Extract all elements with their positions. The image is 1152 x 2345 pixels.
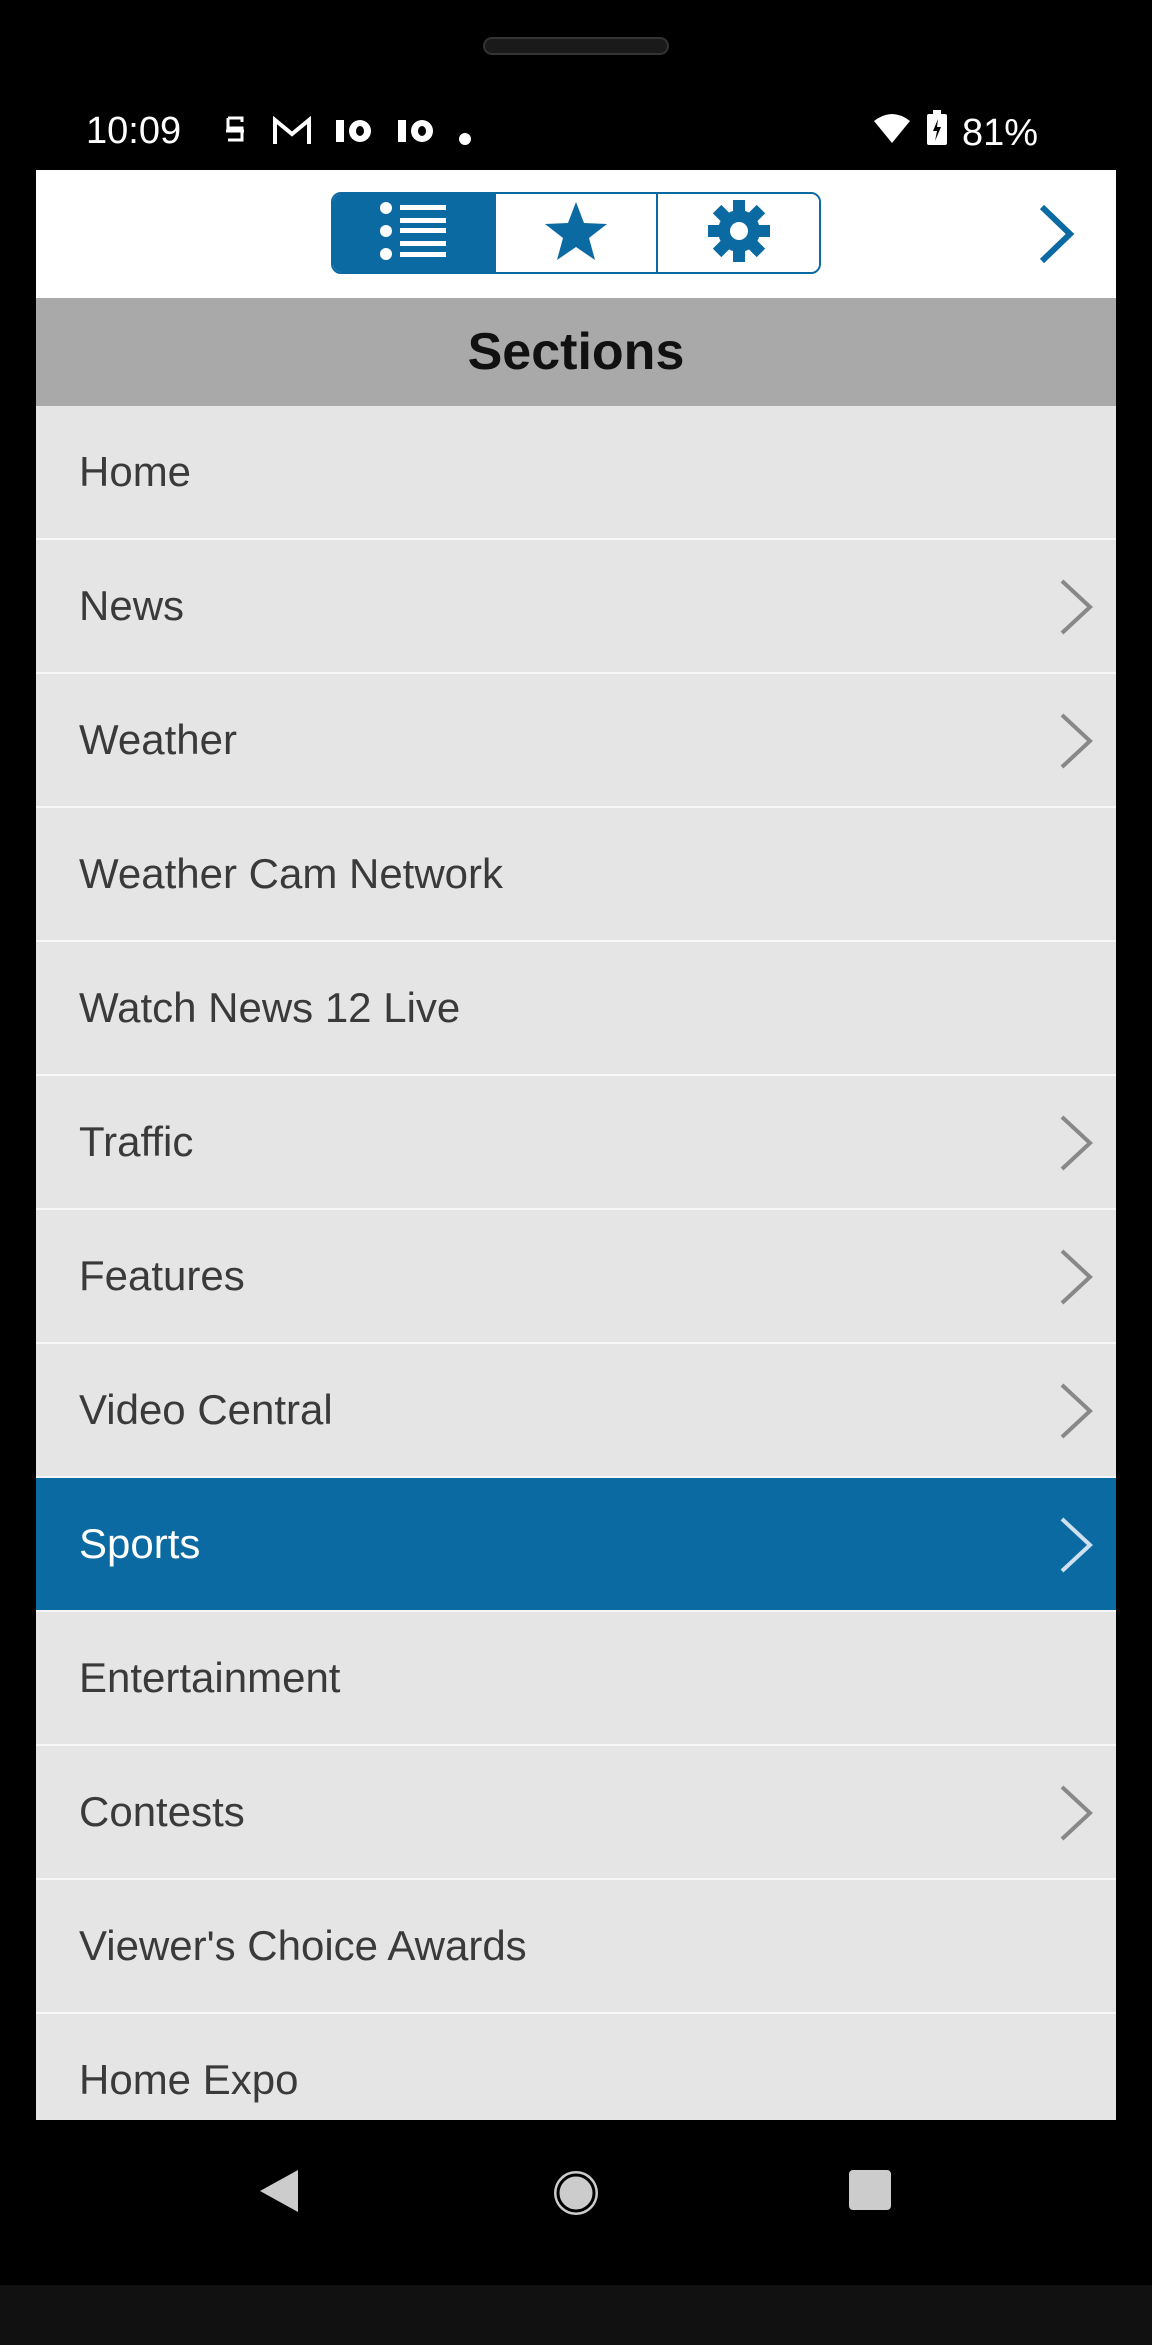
chevron-right-icon [1056, 1382, 1096, 1440]
chevron-right-icon [1056, 712, 1096, 770]
sections-list: Home News Weather Weather Cam Network Watch … [36, 406, 1116, 2120]
ten-network-icon [396, 116, 436, 154]
notification-icons [220, 114, 472, 156]
tab-settings[interactable] [658, 194, 819, 272]
chevron-right-icon [1036, 203, 1076, 270]
ten-network-icon [334, 116, 374, 154]
section-label: Weather [79, 716, 237, 763]
home-button[interactable] [551, 2168, 601, 2223]
section-row[interactable]: Features [36, 1210, 1116, 1344]
section-row[interactable]: Entertainment [36, 1612, 1116, 1746]
section-row[interactable]: Contests [36, 1746, 1116, 1880]
list-icon [378, 200, 448, 267]
section-row[interactable]: Viewer's Choice Awards [36, 1880, 1116, 2014]
tab-sections-list[interactable] [333, 194, 496, 272]
section-row[interactable]: Sports [36, 1478, 1116, 1612]
section-label: Viewer's Choice Awards [79, 1922, 527, 1969]
sections-header: Sections [36, 298, 1116, 406]
section-label: Weather Cam Network [79, 850, 504, 897]
battery-percent: 81% [961, 111, 1038, 154]
s-icon [220, 114, 250, 156]
section-row[interactable]: Video Central [36, 1344, 1116, 1478]
top-toolbar [36, 170, 1116, 298]
system-nav-bar [0, 2120, 1152, 2280]
section-label: Video Central [79, 1386, 333, 1433]
wifi-icon [872, 112, 912, 155]
phone-frame: 10:09 81% Sections Home News Weather Wea… [0, 0, 1152, 2345]
status-right: 81% [872, 110, 1038, 156]
section-row[interactable]: Traffic [36, 1076, 1116, 1210]
battery-icon [926, 110, 948, 156]
chevron-right-icon [1056, 1114, 1096, 1172]
section-row[interactable]: Weather [36, 674, 1116, 808]
section-label: Traffic [79, 1118, 194, 1165]
view-switcher [331, 192, 821, 274]
tab-favorites[interactable] [495, 194, 659, 272]
back-button[interactable] [258, 2168, 300, 2219]
chevron-right-icon [1056, 1248, 1096, 1306]
section-label: Sports [79, 1520, 201, 1567]
recents-button[interactable] [849, 2170, 891, 2210]
chevron-right-icon [1056, 1784, 1096, 1842]
section-label: Home [79, 448, 192, 495]
gmail-icon [272, 115, 312, 154]
section-row[interactable]: News [36, 540, 1116, 674]
section-label: Features [79, 1252, 245, 1299]
section-label: Entertainment [79, 1654, 341, 1701]
section-label: Contests [79, 1788, 245, 1835]
chevron-right-icon [1056, 578, 1096, 636]
status-time: 10:09 [86, 110, 182, 152]
dot-icon [458, 117, 472, 154]
speaker-grille [483, 37, 669, 55]
section-row[interactable]: Watch News 12 Live [36, 942, 1116, 1076]
bottom-bezel [0, 2285, 1152, 2345]
section-row[interactable]: Home Expo [36, 2014, 1116, 2120]
section-row[interactable]: Weather Cam Network [36, 808, 1116, 942]
gear-icon [707, 199, 770, 267]
section-label: Home Expo [79, 2056, 299, 2103]
star-icon [544, 200, 608, 267]
status-bar: 10:09 81% [0, 100, 1152, 164]
section-label: News [79, 582, 185, 629]
chevron-right-icon [1056, 1516, 1096, 1574]
section-row[interactable]: Home [36, 406, 1116, 540]
next-button[interactable] [1032, 204, 1080, 268]
section-label: Watch News 12 Live [79, 984, 461, 1031]
app-screen: Sections Home News Weather Weather Cam Netw… [36, 170, 1116, 2120]
